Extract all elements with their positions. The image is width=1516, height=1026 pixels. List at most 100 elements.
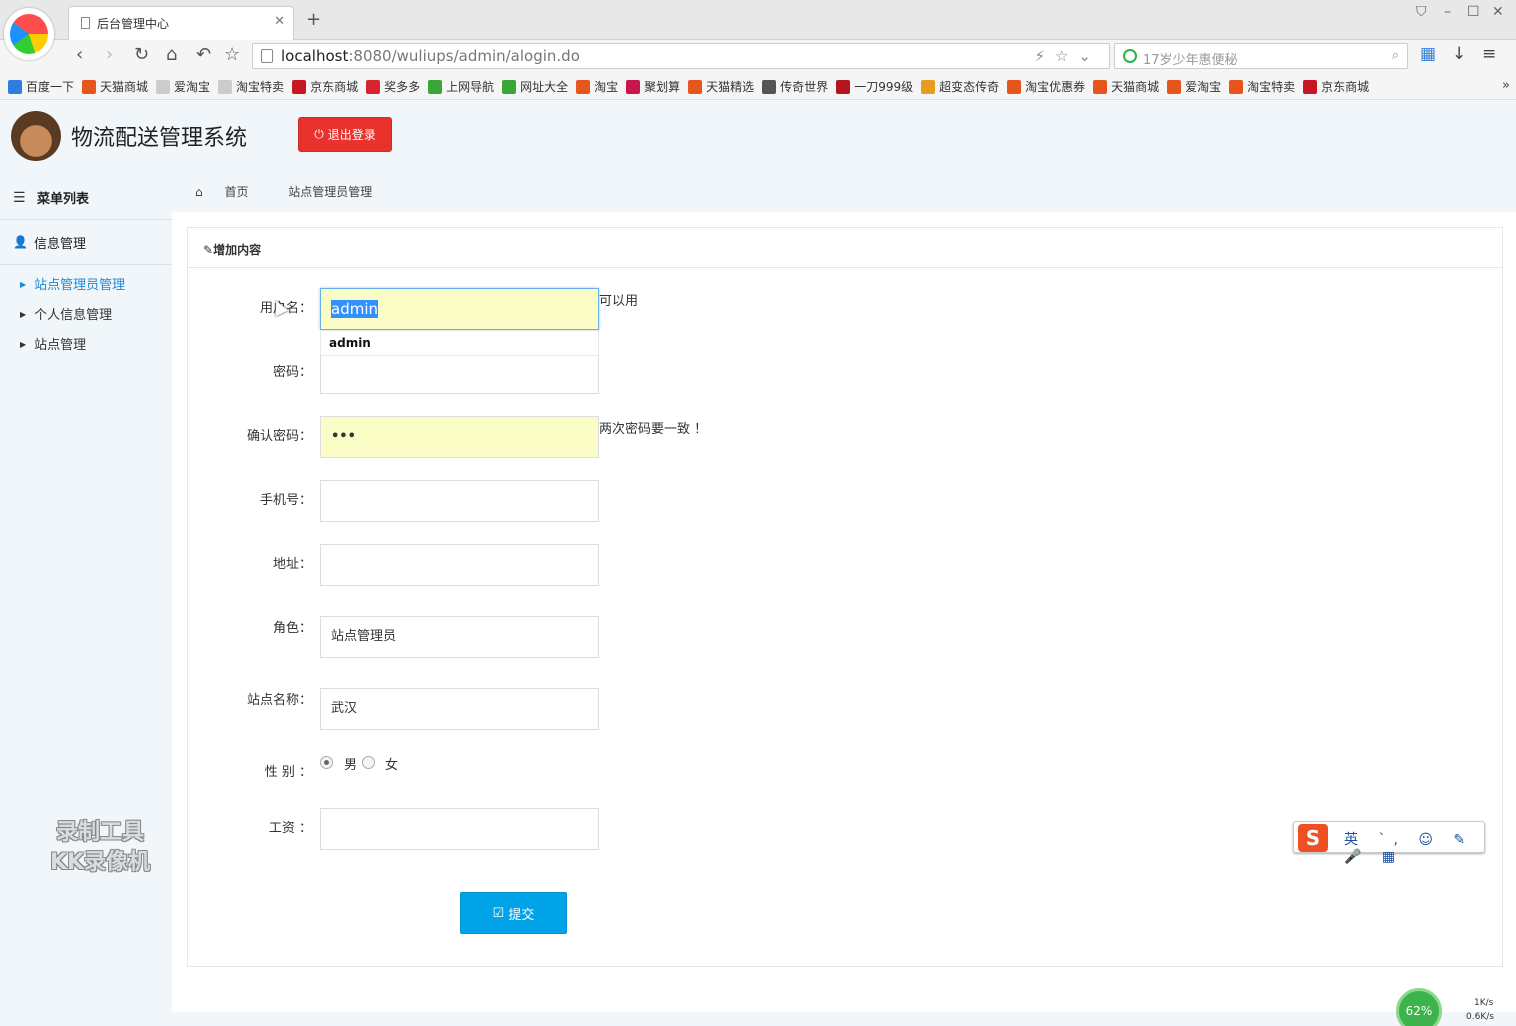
network-speed-widget[interactable]: 62% 1K/s 0.6K/s [1396, 988, 1516, 1026]
password-input[interactable] [320, 356, 599, 394]
url-text[interactable]: localhost:8080/wuliups/admin/alogin.do [281, 47, 580, 65]
station-input[interactable]: 武汉 [320, 688, 599, 730]
submit-button[interactable]: ☑ 提交 [460, 892, 567, 934]
address-input[interactable] [320, 544, 599, 586]
breadcrumb-home[interactable]: ⌂ 首页 [195, 185, 266, 199]
bookmark-icon [8, 80, 22, 94]
bookmark-item[interactable]: 淘宝特卖 [1229, 78, 1295, 95]
bookmark-item[interactable]: 超变态传奇 [921, 78, 999, 95]
sogou-icon[interactable]: S [1298, 824, 1328, 852]
address-actions[interactable]: ⚡☆⌄ [1034, 47, 1101, 65]
apps-icon[interactable]: ▦ [1420, 44, 1436, 64]
new-tab-button[interactable]: + [306, 9, 321, 30]
edit-icon: ✎ [203, 243, 214, 257]
list-icon: ☰ [13, 190, 26, 206]
bookmark-icon [366, 80, 381, 94]
reload-button[interactable]: ↻ [134, 44, 149, 65]
group-title: 信息管理 [34, 237, 87, 252]
document-icon [81, 17, 90, 29]
gender-female-radio[interactable] [362, 756, 375, 769]
menu-icon[interactable]: ≡ [1482, 44, 1496, 64]
bookmark-item[interactable]: 淘宝特卖 [218, 78, 284, 95]
station-label: 站点名称： [246, 693, 312, 708]
undo-icon[interactable]: ↶ [196, 44, 211, 65]
ime-actions[interactable]: 英 ˋ, ☺ ✎ 🎤 ▦ [1344, 829, 1484, 865]
caret-right-icon: ▶ [20, 340, 27, 349]
username-label: 用户名： [259, 301, 312, 316]
breadcrumb-current[interactable]: 站点管理员管理 [288, 185, 372, 199]
ime-toolbar[interactable]: S 英 ˋ, ☺ ✎ 🎤 ▦ [1293, 821, 1485, 865]
forward-button[interactable]: › [106, 44, 113, 65]
autocomplete-suggestion[interactable]: admin [320, 330, 599, 356]
bookmark-item[interactable]: 京东商城 [1303, 78, 1369, 95]
bookmark-icon [1229, 80, 1244, 94]
bookmark-item[interactable]: 爱淘宝 [1167, 78, 1221, 95]
bookmark-item[interactable]: 天猫精选 [688, 78, 754, 95]
submit-label: 提交 [508, 906, 535, 922]
bookmark-icon [576, 80, 591, 94]
maximize-button[interactable]: ☐ [1467, 4, 1480, 20]
bookmark-item[interactable]: 奖多多 [366, 78, 420, 95]
skin-icon[interactable]: ⛉ [1416, 4, 1427, 20]
search-icon[interactable]: ⌕ [1392, 48, 1399, 63]
logout-label: 退出登录 [327, 128, 376, 142]
sidebar-item-site[interactable]: ▶ 站点管理 [20, 334, 86, 353]
menu-header: ☰ 菜单列表 [0, 172, 172, 220]
salary-input[interactable] [320, 808, 599, 850]
bookmark-item[interactable]: 淘宝 [576, 78, 618, 95]
star-icon[interactable]: ☆ [224, 44, 240, 65]
bookmark-icon [688, 80, 703, 94]
bookmark-item[interactable]: 百度一下 [8, 78, 74, 95]
bookmark-item[interactable]: 爱淘宝 [156, 78, 210, 95]
sidebar-group-info[interactable]: 👤 信息管理 [0, 221, 172, 265]
breadcrumb: ⌂ 首页 站点管理员管理 [195, 183, 390, 200]
browser-tab[interactable]: 后台管理中心 ✕ [68, 6, 294, 40]
close-window-button[interactable]: ✕ [1492, 4, 1504, 20]
bookmark-icon [921, 80, 936, 94]
logout-button[interactable]: ⏻ 退出登录 [298, 117, 392, 152]
caret-right-icon: ▶ [20, 310, 27, 319]
phone-input[interactable] [320, 480, 599, 522]
bookmark-item[interactable]: 一刀999级 [836, 78, 913, 95]
search-engine-icon [1123, 49, 1137, 63]
bookmark-item[interactable]: 聚划算 [626, 78, 680, 95]
bookmark-item[interactable]: 淘宝优惠券 [1007, 78, 1085, 95]
bookmark-item[interactable]: 传奇世界 [762, 78, 828, 95]
confirm-password-label: 确认密码： [246, 429, 312, 444]
bookmark-icon [428, 80, 443, 94]
confirm-password-input[interactable]: ••• [320, 416, 599, 458]
browser-toolbar: ‹ › ↻ ⌂ ↶ ☆ localhost:8080/wuliups/admin… [0, 40, 1516, 72]
more-bookmarks-icon[interactable]: » [1502, 78, 1510, 93]
bookmark-icon [218, 80, 233, 94]
username-hint: 可以用 [599, 294, 639, 309]
role-input[interactable]: 站点管理员 [320, 616, 599, 658]
caret-right-icon: ▶ [20, 280, 27, 289]
bookmark-item[interactable]: 天猫商城 [82, 78, 148, 95]
search-box[interactable]: 17岁少年惠便秘 ⌕ [1114, 43, 1408, 69]
gender-female-label: 女 [385, 758, 399, 773]
bookmark-icon [1093, 80, 1108, 94]
home-icon[interactable]: ⌂ [166, 44, 177, 65]
bookmark-item[interactable]: 天猫商城 [1093, 78, 1159, 95]
bookmark-item[interactable]: 上网导航 [428, 78, 494, 95]
download-icon[interactable]: ↓ [1452, 44, 1466, 64]
page-title: 物流配送管理系统 [71, 126, 248, 151]
gender-male-radio[interactable] [320, 756, 333, 769]
role-label: 角色： [272, 621, 312, 636]
avatar [11, 111, 61, 161]
address-label: 地址： [272, 557, 312, 572]
site-info-icon[interactable] [261, 49, 273, 63]
browser-logo-icon[interactable] [4, 8, 54, 60]
address-bar[interactable]: localhost:8080/wuliups/admin/alogin.do ⚡… [252, 43, 1110, 69]
password-label: 密码： [272, 365, 312, 380]
recorder-watermark: 录制工具 KK录像机 [49, 820, 151, 875]
bookmark-item[interactable]: 京东商城 [292, 78, 358, 95]
back-button[interactable]: ‹ [76, 44, 83, 65]
minimize-button[interactable]: – [1444, 4, 1451, 20]
username-input[interactable]: admin [320, 288, 599, 330]
sidebar-item-personal-info[interactable]: ▶ 个人信息管理 [20, 304, 112, 323]
sidebar-item-site-admin[interactable]: ▶ 站点管理员管理 [20, 274, 125, 293]
bookmark-item[interactable]: 网址大全 [502, 78, 568, 95]
close-tab-icon[interactable]: ✕ [274, 14, 285, 29]
bookmarks-bar: 百度一下 天猫商城 爱淘宝 淘宝特卖 京东商城 奖多多 上网导航 网址大全 淘宝 聚划算 天猫精选传… [0, 72, 1516, 100]
